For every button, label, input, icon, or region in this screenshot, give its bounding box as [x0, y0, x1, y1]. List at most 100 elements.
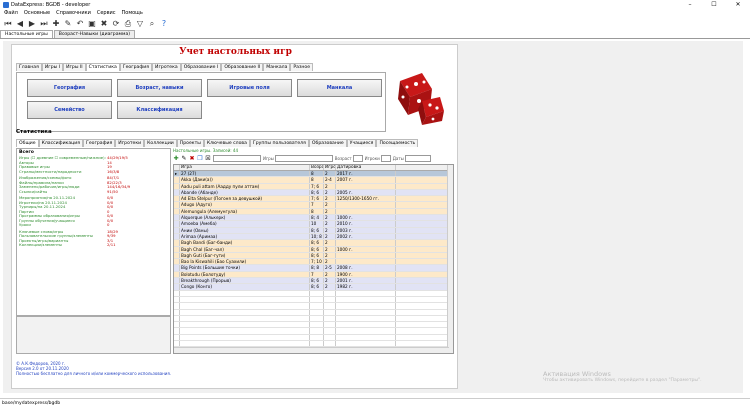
stat-tab-user-groups[interactable]: Группы пользователя: [249, 139, 309, 147]
filter-icon[interactable]: ▽: [135, 19, 145, 29]
tab-game-library[interactable]: Игротека: [152, 63, 181, 71]
age-filter-input[interactable]: [352, 154, 363, 162]
tab-main[interactable]: Главная: [16, 63, 42, 71]
stat-tab-attendance[interactable]: Посещаемость: [376, 139, 419, 147]
cell-date: 1900 г.: [336, 271, 396, 278]
cell-game: Alemungula (Алемунгула): [180, 208, 310, 215]
clear-filter-icon[interactable]: ☒: [205, 155, 211, 162]
cell-players: [324, 328, 336, 334]
cell-game: Adugo (Адуго): [180, 202, 310, 208]
stat-tab-students[interactable]: Учащиеся: [346, 139, 377, 147]
cell-game: [180, 322, 310, 328]
menu-service[interactable]: Сервис: [97, 10, 116, 16]
stat-tab-geography[interactable]: География: [83, 139, 116, 147]
edit-icon[interactable]: ✎: [63, 19, 73, 29]
doc-tab-board-games[interactable]: Настольные игры: [0, 30, 53, 38]
close-button[interactable]: ✕: [726, 0, 750, 9]
help-icon[interactable]: ?: [159, 19, 169, 29]
menu-help[interactable]: Помощь: [122, 10, 143, 16]
grid-header-date[interactable]: Датировка: [336, 165, 396, 170]
menu-main[interactable]: Основные: [24, 10, 50, 16]
cell-date: [336, 322, 396, 328]
tab-education-1[interactable]: Образование I: [180, 63, 222, 71]
mancala-button[interactable]: Манкала: [297, 79, 382, 97]
stat-tab-education[interactable]: Образование: [308, 139, 347, 147]
copy-record-icon[interactable]: ❐: [197, 155, 203, 162]
grid-horizontal-scrollbar[interactable]: [174, 347, 449, 353]
print-icon[interactable]: ⎙: [123, 19, 133, 29]
nav-button-box: География Возраст, навыки Игровые поля М…: [16, 72, 386, 132]
cell-players: 2: [324, 284, 336, 290]
prev-icon[interactable]: ◀: [15, 19, 25, 29]
cell-date: 1000 г.: [336, 246, 396, 252]
cell-age: 7; 6: [310, 196, 324, 202]
cell-players: 2: [324, 202, 336, 208]
tab-games-1[interactable]: Игры I: [41, 63, 64, 71]
delete-record-icon[interactable]: ✖: [189, 155, 195, 162]
players-filter-label: Игроки: [364, 155, 380, 161]
window-title: DataExpress: BGDB - developer: [11, 1, 91, 8]
maximize-button[interactable]: ☐: [702, 0, 726, 9]
cell-date: [336, 309, 396, 315]
first-icon[interactable]: ⏮: [3, 19, 13, 29]
grid-header-age[interactable]: Возрас: [310, 165, 324, 170]
stat-tab-general[interactable]: Общие: [16, 139, 39, 147]
cell-players: 2: [324, 278, 336, 284]
cell-game: [180, 315, 310, 322]
cell-age: 10; 8: [310, 233, 324, 240]
refresh-icon[interactable]: ⟳: [111, 19, 121, 29]
cell-game: [180, 328, 310, 334]
family-button[interactable]: Семейство: [27, 101, 112, 119]
last-icon[interactable]: ⏭: [39, 19, 49, 29]
classification-button[interactable]: Классификация: [117, 101, 202, 119]
stats-row-value: 16/3/8: [107, 168, 120, 174]
tab-games-2[interactable]: Игры II: [63, 63, 86, 71]
grid-header-game[interactable]: Игра: [180, 165, 310, 170]
cell-age: 8; 6: [310, 189, 324, 196]
cell-players: 2-4: [324, 177, 336, 183]
cell-players: 2: [324, 271, 336, 278]
stat-tab-libraries[interactable]: Игротеки: [115, 139, 145, 147]
find-icon[interactable]: ⌕: [147, 19, 157, 29]
cell-game: Abande (Абанде): [180, 189, 310, 196]
cell-game: [180, 290, 310, 296]
add-icon[interactable]: ✚: [51, 19, 61, 29]
stat-tab-keywords[interactable]: Ключевые слова: [203, 139, 250, 147]
stat-tab-collections[interactable]: Коллекции: [144, 139, 177, 147]
cell-date: 2008 г.: [336, 265, 396, 271]
minimize-button[interactable]: –: [678, 0, 702, 9]
undo-icon[interactable]: ↶: [75, 19, 85, 29]
menu-file[interactable]: Файл: [4, 10, 18, 16]
menu-references[interactable]: Справочники: [56, 10, 91, 16]
cell-age: 8; 6: [310, 246, 324, 252]
stat-tab-projects[interactable]: Проекты: [176, 139, 204, 147]
stats-row-label: Ссылки/сайты: [19, 189, 48, 194]
tab-misc[interactable]: Разное: [290, 63, 314, 71]
age-skills-button[interactable]: Возраст, навыки: [117, 79, 202, 97]
date-filter-input[interactable]: [404, 154, 431, 162]
tab-geography[interactable]: География: [119, 63, 153, 71]
delete-icon[interactable]: ✖: [99, 19, 109, 29]
stat-tab-classification[interactable]: Классификация: [38, 139, 84, 147]
window-controls: – ☐ ✕: [678, 0, 750, 9]
quick-filter-select[interactable]: [213, 154, 261, 162]
grid-header-players[interactable]: Игроки: [324, 165, 336, 170]
doc-tab-age-skills[interactable]: Возраст-Навыки (диаграмма): [53, 30, 136, 38]
grid-vertical-scrollbar[interactable]: [447, 165, 453, 353]
cell-age: [310, 315, 324, 322]
save-icon[interactable]: ▣: [87, 19, 97, 29]
geography-button[interactable]: География: [27, 79, 112, 97]
cell-players: 2: [324, 227, 336, 233]
tab-education-2[interactable]: Образование II: [221, 63, 264, 71]
game-filter-input[interactable]: [274, 154, 333, 162]
edit-record-icon[interactable]: ✎: [181, 155, 187, 162]
cell-game: Arimaa (Аримаа): [180, 233, 310, 240]
game-boards-button[interactable]: Игровые поля: [207, 79, 292, 97]
cell-date: 2003 г.: [336, 227, 396, 233]
game-filter-label: Игры: [263, 155, 274, 161]
tab-statistics[interactable]: Статистика: [85, 63, 120, 71]
next-icon[interactable]: ▶: [27, 19, 37, 29]
tab-mancala[interactable]: Манкала: [263, 63, 291, 71]
add-record-icon[interactable]: ✚: [173, 155, 179, 162]
players-filter-input[interactable]: [380, 154, 391, 162]
